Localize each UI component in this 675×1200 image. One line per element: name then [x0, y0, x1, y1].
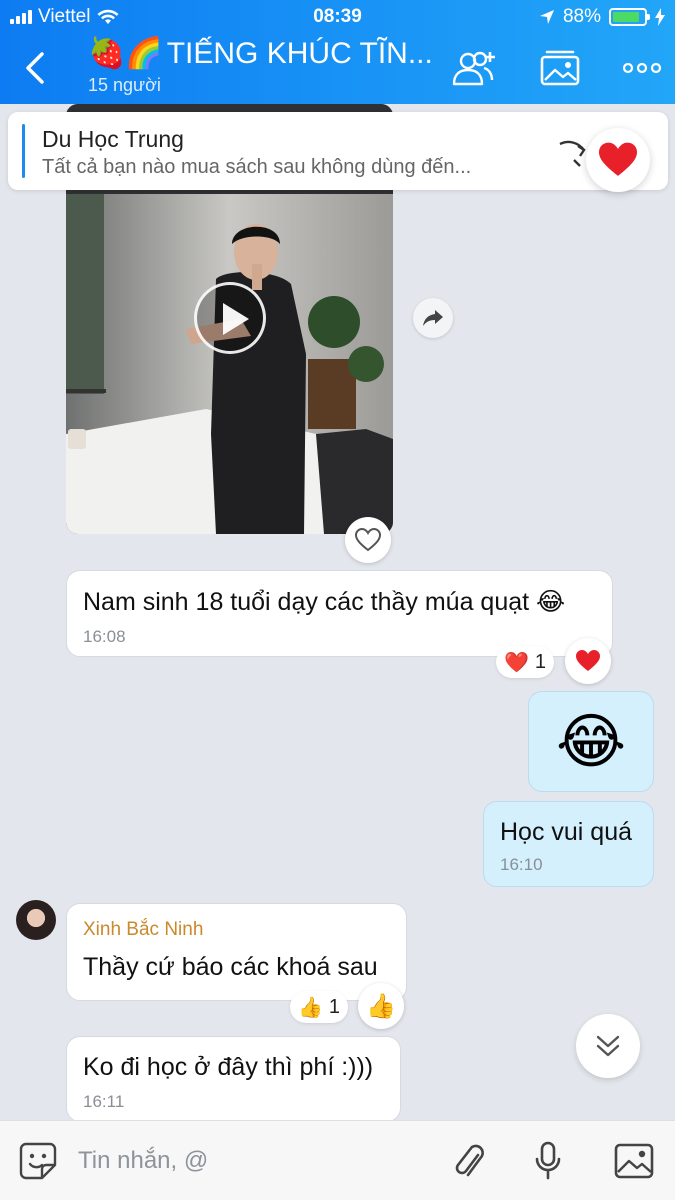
like-button[interactable] [345, 517, 391, 563]
heart-outline-icon [355, 528, 381, 552]
voice-button[interactable] [526, 1139, 570, 1183]
chat-title: 🍓🌈 TIẾNG KHÚC TĨN... [88, 36, 438, 71]
reaction-summary[interactable]: ❤️ 1 [496, 646, 555, 678]
react-button[interactable]: 👍 [358, 983, 404, 1029]
message-time: 16:11 [83, 1092, 125, 1111]
back-icon[interactable] [20, 50, 54, 86]
laughing-emoji: 😂 [555, 707, 627, 775]
sticker-icon[interactable] [18, 1141, 58, 1181]
avatar[interactable] [16, 900, 56, 940]
media-button[interactable] [534, 44, 586, 92]
microphone-icon [535, 1141, 561, 1180]
heart-reaction-icon: ❤️ [504, 651, 529, 674]
forward-button[interactable] [413, 298, 453, 338]
more-button[interactable] [616, 44, 668, 92]
chat-header: Viettel 08:39 88% 🍓🌈 TIẾNG KHÚC TĨN... 1… [0, 0, 675, 104]
scroll-to-bottom-button[interactable] [576, 1014, 640, 1078]
image-icon [614, 1143, 654, 1179]
reaction-summary[interactable]: 👍 1 [290, 991, 349, 1023]
message-time: 16:08 [83, 627, 126, 646]
member-count: 15 người [88, 75, 161, 95]
floating-heart [586, 128, 650, 192]
heart-icon [576, 650, 600, 671]
chat-title-area[interactable]: 🍓🌈 TIẾNG KHÚC TĨN... 15 người [88, 36, 438, 96]
reaction-count: 1 [328, 995, 341, 1018]
image-button[interactable] [612, 1139, 656, 1183]
message-text: Học vui quá [500, 818, 633, 846]
charging-icon [655, 8, 665, 26]
pin-expand-icon[interactable] [556, 134, 590, 168]
thumbs-up-icon: 👍 [298, 996, 323, 1019]
message-bubble[interactable]: Nam sinh 18 tuổi dạy các thầy múa quạt 😂… [66, 570, 613, 657]
thumbs-up-icon: 👍 [366, 992, 396, 1020]
message-composer: Tin nhắn, @ [0, 1120, 675, 1200]
share-arrow-icon [423, 310, 443, 326]
message-text: Thầy cứ báo các khoá sau [83, 953, 378, 981]
react-button[interactable] [565, 638, 611, 684]
pinned-title: Du Học Trung [42, 126, 184, 152]
sticker-bubble[interactable]: 😂 [528, 691, 654, 792]
album-icon [540, 50, 580, 86]
heart-icon [599, 142, 637, 176]
reaction-count: 1 [534, 650, 547, 673]
more-dots-icon [622, 62, 662, 74]
title-text: TIẾNG KHÚC TĨN... [166, 36, 433, 70]
add-member-button[interactable] [448, 44, 500, 92]
battery-icon [609, 8, 650, 26]
add-people-icon [452, 51, 495, 86]
message-bubble[interactable]: Học vui quá 16:10 [483, 801, 654, 887]
pinned-accent-bar [22, 124, 25, 178]
message-input[interactable]: Tin nhắn, @ [78, 1147, 208, 1175]
play-button[interactable] [194, 282, 266, 354]
message-time: 16:10 [500, 855, 543, 874]
title-emoji: 🍓🌈 [88, 37, 163, 70]
location-icon [539, 10, 554, 24]
pinned-preview: Tất cả bạn nào mua sách sau không dùng đ… [42, 156, 472, 178]
attach-button[interactable] [448, 1139, 492, 1183]
battery-percent: 88% [562, 6, 601, 27]
message-bubble[interactable]: Xinh Bắc Ninh Thầy cứ báo các khoá sau [66, 903, 407, 1001]
pinned-message-banner[interactable]: Du Học Trung Tất cả bạn nào mua sách sau… [8, 112, 668, 190]
double-chevron-down-icon [596, 1035, 620, 1057]
status-bar: Viettel 08:39 88% [0, 0, 675, 34]
paperclip-icon [455, 1144, 484, 1177]
message-text: Ko đi học ở đây thì phí :))) [83, 1053, 374, 1081]
message-text: Nam sinh 18 tuổi dạy các thầy múa quạt 😂 [83, 588, 566, 616]
message-bubble[interactable]: Ko đi học ở đây thì phí :))) 16:11 [66, 1036, 401, 1122]
sender-name[interactable]: Xinh Bắc Ninh [83, 919, 390, 941]
